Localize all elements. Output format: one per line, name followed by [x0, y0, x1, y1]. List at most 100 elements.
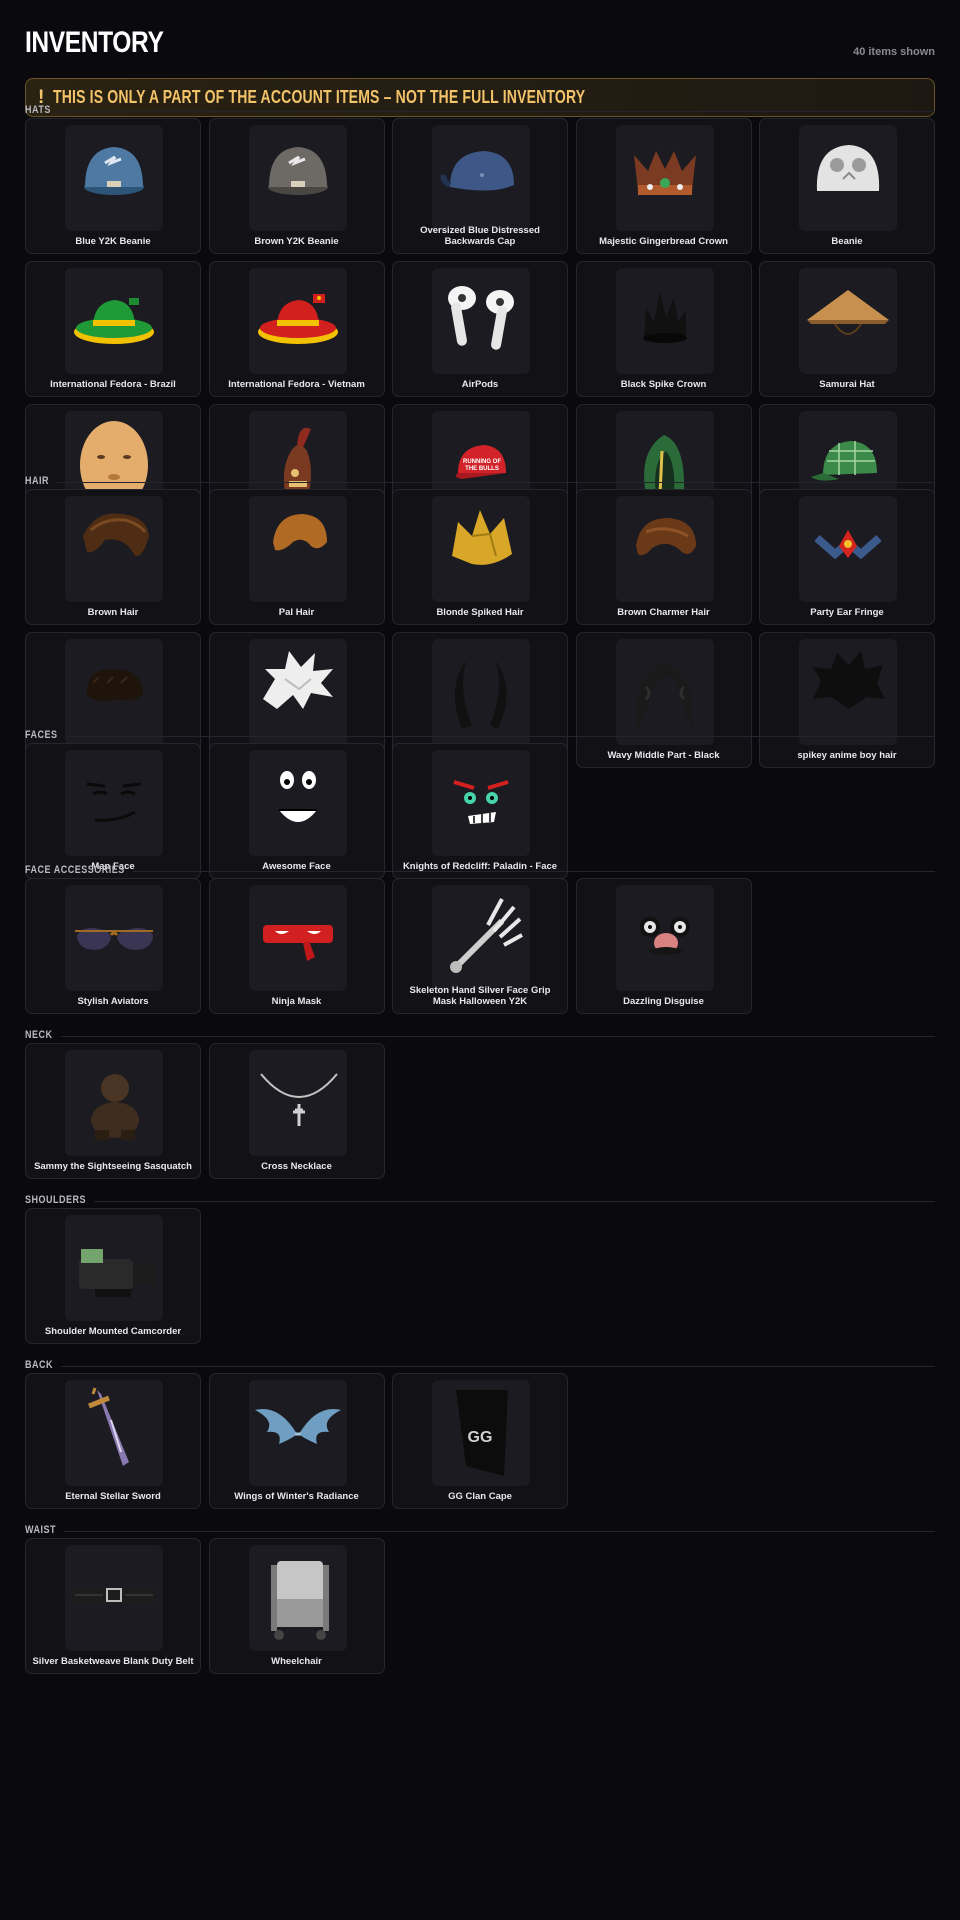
section-header: BACK [25, 1359, 935, 1373]
item-name: Wavy Middle Part - Black [607, 750, 720, 761]
item-name: Sammy the Sightseeing Sasquatch [34, 1161, 192, 1172]
section-shoulders: SHOULDERS Shoulder Mounted Camcorder [25, 1194, 935, 1344]
section-divider [64, 1531, 935, 1532]
item-card[interactable]: Silver Basketweave Blank Duty Belt [25, 1538, 201, 1674]
item-card[interactable]: Dazzling Disguise [575, 878, 752, 1014]
hair-blonde-icon [432, 496, 530, 602]
hair-pal-icon [248, 496, 347, 602]
item-name: Brown Hair [87, 607, 139, 618]
item-name: Samurai Hat [819, 379, 875, 390]
item-card[interactable]: Stylish Aviators [25, 878, 201, 1014]
item-name: International Fedora - Brazil [50, 379, 176, 390]
face-paladin-icon [432, 750, 530, 856]
inventory-page: INVENTORY 40 items shown ! THIS IS ONLY … [25, 24, 935, 1674]
item-card[interactable]: Man Face [25, 743, 201, 879]
item-card[interactable]: Oversized Blue Distressed Backwards Cap [392, 118, 568, 254]
ninja-mask-icon [248, 885, 347, 991]
section-back: BACK Eternal Stellar Sword Wings of Winter… [25, 1359, 935, 1509]
item-card[interactable]: Brown Y2K Beanie [208, 118, 385, 254]
necklace-icon [248, 1050, 347, 1156]
item-name: spikey anime boy hair [797, 750, 897, 761]
item-card[interactable]: Wings of Winter's Radiance [208, 1373, 385, 1509]
item-name: Brown Charmer Hair [617, 607, 710, 618]
item-card[interactable]: Pal Hair [208, 489, 385, 625]
section-divider [58, 111, 935, 112]
section-title: BACK [25, 1359, 54, 1371]
wheelchair-icon [248, 1545, 347, 1651]
section-title: FACES [25, 729, 58, 741]
section-title: HAIR [25, 475, 50, 487]
item-card[interactable]: Awesome Face [208, 743, 385, 879]
section-header: HAIR [25, 475, 935, 489]
section-divider [65, 736, 935, 737]
item-name: Blue Y2K Beanie [75, 236, 151, 247]
item-name: International Fedora - Vietnam [228, 379, 365, 390]
cape-icon: GG [432, 1380, 530, 1486]
section-title: NECK [25, 1029, 53, 1041]
section-hats: HATS Blue Y2K Beanie Brown Y2K Beanie Overs… [25, 104, 935, 540]
section-header: FACE ACCESSORIES [25, 864, 935, 878]
section-title: HATS [25, 104, 51, 116]
items-count: 40 items shown [853, 46, 935, 58]
item-card[interactable]: International Fedora - Brazil [25, 261, 201, 397]
item-name: AirPods [461, 379, 499, 390]
svg-text:GG: GG [468, 1429, 493, 1446]
item-name: Beanie [831, 236, 863, 247]
item-card[interactable]: Majestic Gingerbread Crown [575, 118, 752, 254]
item-card[interactable]: Blonde Spiked Hair [392, 489, 568, 625]
section-waist: WAIST Silver Basketweave Blank Duty Belt W… [25, 1524, 935, 1674]
item-name: Brown Y2K Beanie [254, 236, 339, 247]
item-card[interactable]: Eternal Stellar Sword [25, 1373, 201, 1509]
section-divider [94, 1201, 935, 1202]
item-card[interactable]: International Fedora - Vietnam [208, 261, 385, 397]
beanie-blue-icon [65, 125, 163, 231]
samurai-hat-icon [799, 268, 897, 374]
item-card[interactable]: Party Ear Fringe [759, 489, 935, 625]
section-header: SHOULDERS [25, 1194, 935, 1208]
item-name: Oversized Blue Distressed Backwards Cap [420, 225, 540, 247]
item-card[interactable]: Shoulder Mounted Camcorder [25, 1208, 201, 1344]
item-card[interactable]: Ninja Mask [208, 878, 385, 1014]
skeleton-hand-icon [432, 885, 530, 991]
svg-text:THE BULLS: THE BULLS [465, 466, 499, 472]
item-name: Wheelchair [271, 1656, 322, 1667]
section-title: SHOULDERS [25, 1194, 87, 1206]
item-card[interactable]: Samurai Hat [759, 261, 935, 397]
section-divider [60, 1036, 935, 1037]
header: INVENTORY 40 items shown [25, 24, 935, 64]
item-name: Stylish Aviators [77, 996, 149, 1007]
item-name: Wings of Winter's Radiance [234, 1491, 359, 1502]
section-divider [132, 871, 935, 872]
section-header: NECK [25, 1029, 935, 1043]
section-header: HATS [25, 104, 935, 118]
aviators-icon [65, 885, 163, 991]
fedora-red-icon [248, 268, 347, 374]
ear-fringe-icon [799, 496, 897, 602]
item-card[interactable]: Skeleton Hand Silver Face Grip Mask Hall… [392, 878, 568, 1014]
sasquatch-icon [65, 1050, 163, 1156]
item-card[interactable]: Sammy the Sightseeing Sasquatch [25, 1043, 201, 1179]
item-name: Pal Hair [278, 607, 315, 618]
item-card[interactable]: Brown Hair [25, 489, 201, 625]
item-card[interactable]: Knights of Redcliff: Paladin - Face [392, 743, 568, 879]
item-card[interactable]: Wheelchair [208, 1538, 385, 1674]
item-card[interactable]: Brown Charmer Hair [575, 489, 752, 625]
face-man-icon [65, 750, 163, 856]
item-card[interactable]: Wavy Middle Part - Black [575, 632, 752, 768]
hair-charmer-icon [615, 496, 714, 602]
beanie-gray-icon [248, 125, 347, 231]
item-card[interactable]: Cross Necklace [208, 1043, 385, 1179]
camcorder-icon [65, 1215, 163, 1321]
page-title: INVENTORY [25, 26, 164, 59]
item-card[interactable]: Black Spike Crown [575, 261, 752, 397]
item-card[interactable]: spikey anime boy hair [759, 632, 935, 768]
item-card[interactable]: Beanie [759, 118, 935, 254]
item-card[interactable]: AirPods [392, 261, 568, 397]
face-awesome-icon [248, 750, 347, 856]
crown-icon [615, 125, 714, 231]
item-card[interactable]: Blue Y2K Beanie [25, 118, 201, 254]
section-title: FACE ACCESSORIES [25, 864, 125, 876]
item-card[interactable]: GG GG Clan Cape [392, 1373, 568, 1509]
item-name: Cross Necklace [261, 1161, 332, 1172]
sword-icon [65, 1380, 163, 1486]
